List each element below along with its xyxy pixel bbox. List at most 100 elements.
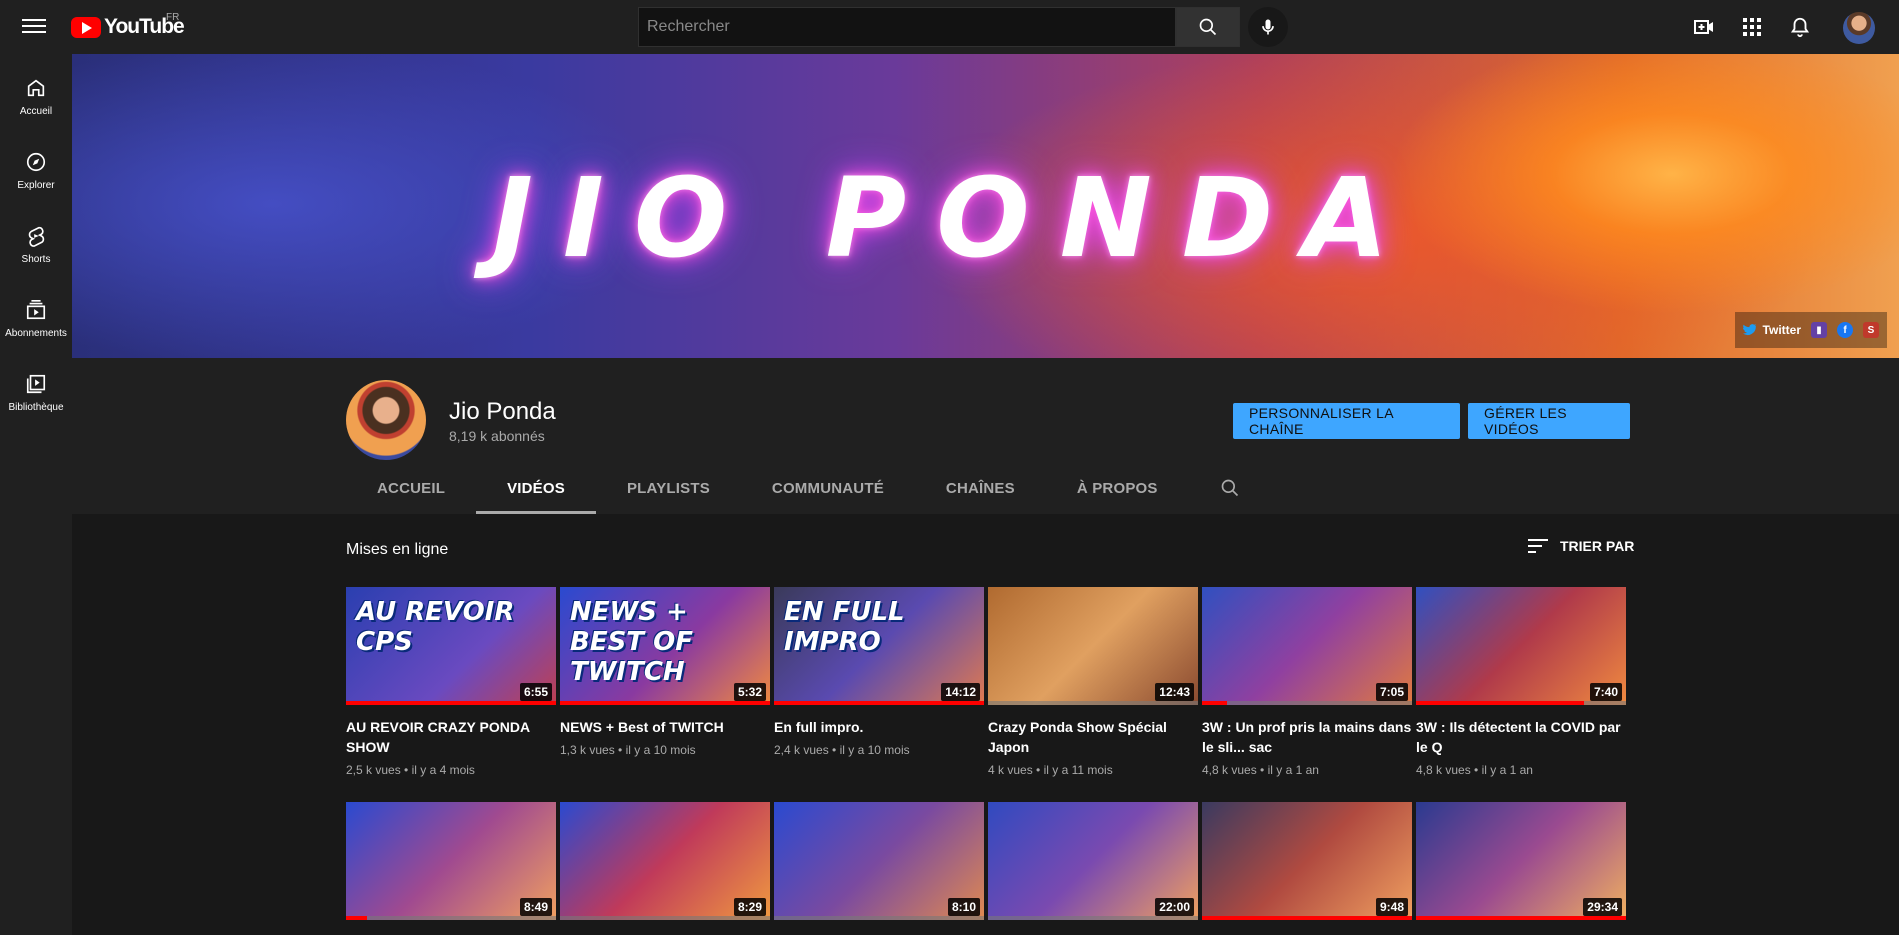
voice-search-button[interactable] <box>1248 7 1288 47</box>
video-card[interactable]: NEWS + BEST OF TWITCH 5:32 NEWS + Best of … <box>560 587 770 757</box>
sort-button[interactable]: TRIER PAR <box>1528 538 1634 554</box>
video-views: 4 k vues <box>988 763 1033 777</box>
search-icon <box>1199 18 1217 36</box>
video-card[interactable]: 7:40 3W : Ils détectent la COVID par le Q… <box>1416 587 1626 777</box>
video-card[interactable]: 8:29 <box>560 802 770 920</box>
sidebar-item-bibliotheque[interactable]: Bibliothèque <box>0 356 72 430</box>
search-box <box>638 7 1176 47</box>
watch-progress-track <box>346 916 556 920</box>
video-meta: 2,4 k vues • il y a 10 mois <box>774 743 984 757</box>
sidebar: Accueil Explorer Shorts Abonnements Bibl… <box>0 54 72 935</box>
tab-chaines[interactable]: CHAÎNES <box>915 462 1046 514</box>
video-duration: 29:34 <box>1583 898 1622 916</box>
watch-progress-bar <box>346 701 556 705</box>
notifications-bell-icon[interactable] <box>1788 15 1812 39</box>
sidebar-item-shorts[interactable]: Shorts <box>0 208 72 282</box>
video-thumbnail[interactable]: 8:49 <box>346 802 556 920</box>
video-card[interactable]: EN FULL IMPRO 14:12 En full impro. 2,4 k vu… <box>774 587 984 757</box>
video-card[interactable]: AU REVOIR CPS 6:55 AU REVOIR CRAZY PONDA S… <box>346 587 556 777</box>
video-meta: 4,8 k vues • il y a 1 an <box>1416 763 1626 777</box>
library-icon <box>26 374 46 394</box>
sidebar-item-accueil[interactable]: Accueil <box>0 60 72 134</box>
microphone-icon <box>1262 19 1274 35</box>
meta-separator: • <box>828 743 840 757</box>
compass-icon <box>26 152 46 172</box>
search-input[interactable] <box>647 18 1167 36</box>
sidebar-item-label: Bibliothèque <box>8 402 64 413</box>
meta-separator: • <box>400 763 412 777</box>
video-thumbnail[interactable]: 7:05 <box>1202 587 1412 705</box>
video-duration: 8:49 <box>519 898 552 916</box>
video-duration: 14:12 <box>941 683 980 701</box>
watch-progress-bar <box>346 916 367 920</box>
video-title[interactable]: AU REVOIR CRAZY PONDA SHOW <box>346 717 556 757</box>
customize-channel-button[interactable]: PERSONNALISER LA CHAÎNE <box>1233 403 1460 439</box>
video-thumbnail[interactable]: 8:29 <box>560 802 770 920</box>
video-title[interactable]: Crazy Ponda Show Spécial Japon <box>988 717 1198 757</box>
watch-progress-bar <box>1416 916 1626 920</box>
video-duration: 5:32 <box>733 683 766 701</box>
video-duration: 8:29 <box>733 898 766 916</box>
thumbnail-text: NEWS + BEST OF TWITCH <box>570 597 693 687</box>
channel-avatar[interactable] <box>346 380 426 460</box>
video-age: il y a 10 mois <box>839 743 910 757</box>
video-thumbnail[interactable]: 9:48 <box>1202 802 1412 920</box>
video-thumbnail[interactable]: 29:34 <box>1416 802 1626 920</box>
top-bar: YouTube FR <box>0 0 1899 54</box>
sidebar-item-label: Accueil <box>19 106 53 117</box>
video-card[interactable]: 12:43 Crazy Ponda Show Spécial Japon 4 k v… <box>988 587 1198 777</box>
video-title[interactable]: NEWS + Best of TWITCH <box>560 717 770 737</box>
twitch-icon[interactable]: ▮ <box>1811 322 1827 338</box>
website-icon[interactable]: S <box>1863 322 1879 338</box>
video-age: il y a 10 mois <box>625 743 696 757</box>
watch-progress-bar <box>1202 701 1228 705</box>
create-video-icon[interactable] <box>1692 15 1716 39</box>
video-views: 2,5 k vues <box>346 763 401 777</box>
video-title[interactable]: En full impro. <box>774 717 984 737</box>
search-button[interactable] <box>1176 7 1240 47</box>
tab-communaute[interactable]: COMMUNAUTÉ <box>741 462 915 514</box>
thumbnail-text: AU REVOIR CPS <box>356 597 515 657</box>
video-thumbnail[interactable]: NEWS + BEST OF TWITCH 5:32 <box>560 587 770 705</box>
meta-separator: • <box>1032 763 1044 777</box>
video-card[interactable]: 29:34 <box>1416 802 1626 920</box>
tab-videos[interactable]: VIDÉOS <box>476 462 596 514</box>
apps-grid-icon[interactable] <box>1740 15 1764 39</box>
sort-icon <box>1528 539 1548 553</box>
video-card[interactable]: 22:00 <box>988 802 1198 920</box>
youtube-play-icon <box>71 16 101 38</box>
video-card[interactable]: 9:48 <box>1202 802 1412 920</box>
watch-progress-bar <box>1416 701 1584 705</box>
tab-a-propos[interactable]: À PROPOS <box>1046 462 1189 514</box>
video-thumbnail[interactable]: AU REVOIR CPS 6:55 <box>346 587 556 705</box>
watch-progress-track <box>988 916 1198 920</box>
video-card[interactable]: 8:10 <box>774 802 984 920</box>
video-title[interactable]: 3W : Ils détectent la COVID par le Q <box>1416 717 1626 757</box>
watch-progress-track <box>560 916 770 920</box>
video-thumbnail[interactable]: 8:10 <box>774 802 984 920</box>
channel-search-icon[interactable] <box>1189 462 1271 514</box>
video-thumbnail[interactable]: 22:00 <box>988 802 1198 920</box>
sidebar-item-abonnements[interactable]: Abonnements <box>0 282 72 356</box>
tab-playlists[interactable]: PLAYLISTS <box>596 462 741 514</box>
channel-tabs: ACCUEIL VIDÉOS PLAYLISTS COMMUNAUTÉ CHAÎ… <box>346 462 1271 514</box>
facebook-icon[interactable]: f <box>1837 322 1853 338</box>
video-card[interactable]: 7:05 3W : Un prof pris la mains dans le s… <box>1202 587 1412 777</box>
user-avatar[interactable] <box>1843 12 1875 44</box>
watch-progress-bar <box>774 701 984 705</box>
video-title[interactable]: 3W : Un prof pris la mains dans le sli..… <box>1202 717 1412 757</box>
hamburger-menu-icon[interactable] <box>22 15 46 39</box>
video-card[interactable]: 8:49 <box>346 802 556 920</box>
video-thumbnail[interactable]: 12:43 <box>988 587 1198 705</box>
watch-progress-bar <box>1202 916 1412 920</box>
video-thumbnail[interactable]: EN FULL IMPRO 14:12 <box>774 587 984 705</box>
tab-accueil[interactable]: ACCUEIL <box>346 462 476 514</box>
twitter-link[interactable]: Twitter <box>1742 323 1801 337</box>
sidebar-item-explorer[interactable]: Explorer <box>0 134 72 208</box>
thumbnail-text: EN FULL IMPRO <box>784 597 905 657</box>
video-duration: 7:05 <box>1375 683 1408 701</box>
video-thumbnail[interactable]: 7:40 <box>1416 587 1626 705</box>
manage-videos-button[interactable]: GÉRER LES VIDÉOS <box>1468 403 1630 439</box>
subscriber-count: 8,19 k abonnés <box>449 428 545 444</box>
shorts-icon <box>28 226 45 247</box>
